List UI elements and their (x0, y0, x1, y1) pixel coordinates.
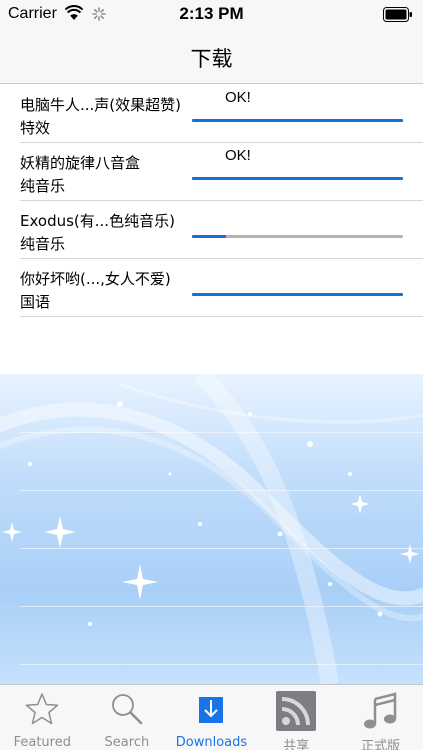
download-row[interactable]: Exodus(有...色纯音乐) 纯音乐 (20, 201, 423, 259)
download-icon (199, 697, 224, 723)
download-row[interactable]: 你好坏哟(...,女人不爱) 国语 (20, 259, 423, 317)
page-title: 下载 (190, 47, 233, 71)
sparkle-wave-artwork (0, 374, 423, 684)
song-category: 特效 (20, 119, 51, 137)
rss-icon (276, 691, 317, 731)
tab-downloads[interactable]: Downloads (169, 685, 254, 750)
list-separator (20, 490, 423, 491)
song-title: 你好坏哟(...,女人不爱) (20, 270, 171, 288)
song-category: 纯音乐 (20, 235, 66, 253)
list-separator (20, 664, 423, 665)
list-separator (20, 606, 423, 607)
download-progress-bar (192, 293, 403, 296)
clock: 2:13 PM (179, 4, 244, 23)
background-artwork (0, 374, 423, 684)
song-category: 纯音乐 (20, 177, 66, 195)
tab-label: Featured (13, 735, 71, 750)
list-separator (20, 432, 423, 433)
tab-bar: Featured Search Downloads 共享 正式版 (0, 684, 423, 750)
download-row[interactable]: 电脑牛人...声(效果超赞) 特效 OK! (20, 85, 423, 143)
download-status: OK! (225, 89, 251, 106)
download-status: OK! (225, 147, 251, 164)
tab-label: Downloads (175, 735, 248, 750)
download-progress-bar (192, 177, 403, 180)
status-bar: Carrier 2:13 PM (0, 0, 423, 28)
song-title: Exodus(有...色纯音乐) (20, 212, 175, 230)
download-progress-bar (192, 235, 403, 238)
battery-icon (383, 7, 412, 22)
music-note-icon (363, 692, 396, 729)
star-icon (26, 693, 59, 725)
download-progress-bar (192, 119, 403, 122)
tab-search[interactable]: Search (85, 685, 170, 750)
tab-share[interactable]: 共享 (254, 685, 339, 750)
tab-label: 正式版 (361, 739, 401, 750)
download-row[interactable]: 妖精的旋律八音盒 纯音乐 OK! (20, 143, 423, 201)
tab-official-version[interactable]: 正式版 (338, 685, 423, 750)
song-category: 国语 (20, 293, 51, 311)
search-icon (111, 694, 143, 725)
list-separator (20, 548, 423, 549)
navigation-bar: 下载 (0, 28, 423, 84)
tab-label: Search (104, 735, 150, 750)
song-title: 妖精的旋律八音盒 (20, 154, 141, 172)
song-title: 电脑牛人...声(效果超赞) (20, 96, 182, 114)
tab-label: 共享 (283, 739, 310, 750)
tab-featured[interactable]: Featured (0, 685, 85, 750)
